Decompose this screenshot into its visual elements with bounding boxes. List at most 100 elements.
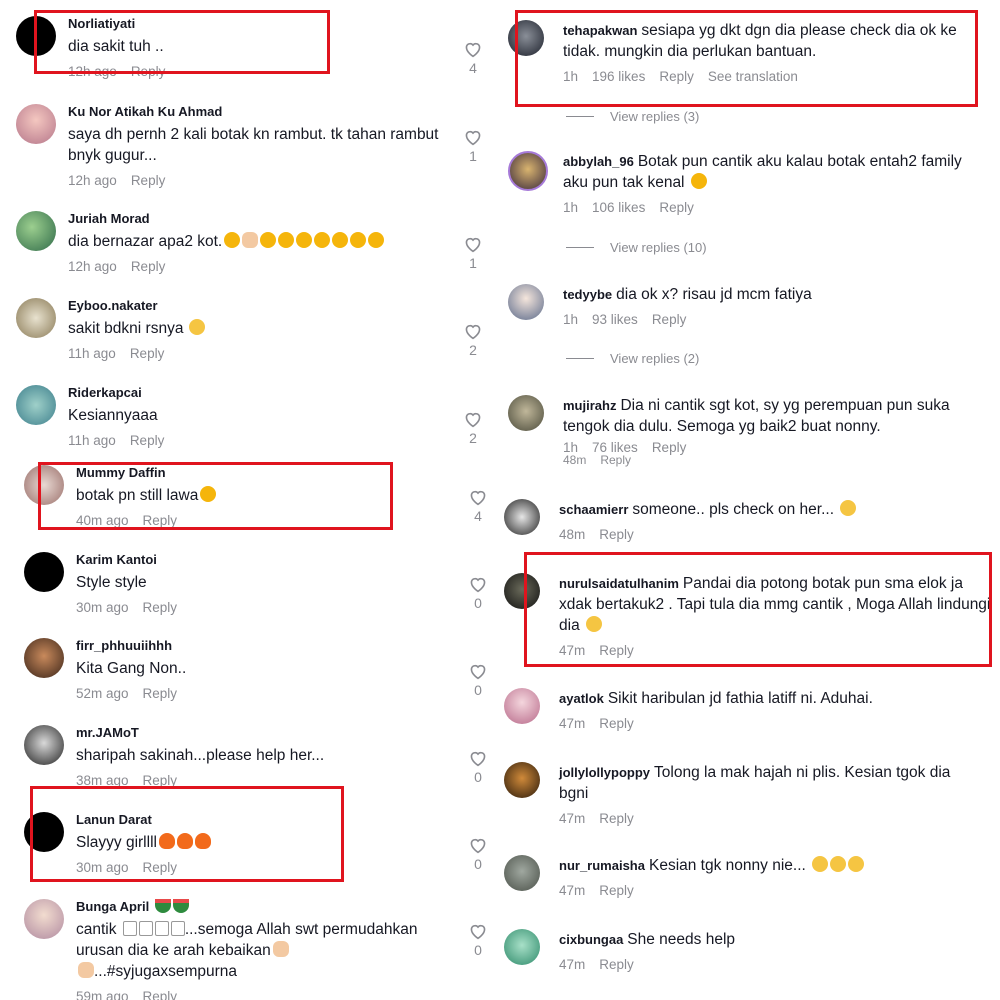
reply-button[interactable]: Reply bbox=[131, 64, 166, 79]
like-button[interactable]: 1 bbox=[461, 235, 485, 271]
reply-button[interactable]: Reply bbox=[659, 200, 694, 215]
comment-username[interactable]: abbylah_96 bbox=[563, 154, 634, 169]
comment-username[interactable]: cixbungaa bbox=[559, 932, 623, 947]
like-button[interactable]: 2 bbox=[461, 410, 485, 446]
comment-username[interactable]: tedyybe bbox=[563, 287, 612, 302]
avatar[interactable] bbox=[16, 211, 56, 251]
reply-button[interactable]: Reply bbox=[652, 440, 687, 455]
reply-button[interactable]: Reply bbox=[143, 686, 178, 701]
avatar[interactable] bbox=[24, 899, 64, 939]
laughing-emoji-icon bbox=[278, 232, 295, 248]
reply-button[interactable]: Reply bbox=[143, 989, 178, 1000]
comment-username[interactable]: ayatlok bbox=[559, 691, 604, 706]
like-button[interactable]: 0 bbox=[466, 836, 490, 872]
view-replies-label: View replies (10) bbox=[610, 240, 707, 255]
heart-outline-icon bbox=[470, 577, 486, 593]
comment-username[interactable]: nur_rumaisha bbox=[559, 858, 645, 873]
avatar[interactable] bbox=[16, 298, 56, 338]
comment-username[interactable]: Bunga April bbox=[76, 899, 149, 914]
avatar[interactable] bbox=[504, 573, 540, 609]
comment-username[interactable]: firr_phhuuiihhh bbox=[76, 638, 191, 654]
avatar[interactable] bbox=[508, 20, 544, 56]
like-count: 0 bbox=[474, 769, 482, 785]
avatar[interactable] bbox=[508, 284, 544, 320]
reply-button[interactable]: Reply bbox=[143, 773, 178, 788]
avatar[interactable] bbox=[504, 499, 540, 535]
reply-button[interactable]: Reply bbox=[130, 433, 165, 448]
reply-button[interactable]: Reply bbox=[599, 716, 634, 731]
laughing-emoji-icon bbox=[314, 232, 331, 248]
like-count: 4 bbox=[469, 60, 477, 76]
comment-time: 30m ago bbox=[76, 600, 129, 615]
reply-button[interactable]: Reply bbox=[599, 957, 634, 972]
comment-text: Kesiannyaaa bbox=[68, 407, 158, 424]
reply-button[interactable]: Reply bbox=[599, 811, 634, 826]
avatar[interactable] bbox=[24, 638, 64, 678]
comment-username[interactable]: Riderkapcai bbox=[68, 385, 178, 401]
comment-username[interactable]: Lanun Darat bbox=[76, 812, 211, 828]
like-button[interactable]: 0 bbox=[466, 749, 490, 785]
comment-username[interactable]: Norliatiyati bbox=[68, 16, 179, 32]
like-button[interactable]: 4 bbox=[466, 488, 490, 524]
reply-button[interactable]: Reply bbox=[599, 527, 634, 542]
avatar[interactable] bbox=[24, 552, 64, 592]
reply-button[interactable]: Reply bbox=[599, 643, 634, 658]
avatar[interactable] bbox=[504, 688, 540, 724]
like-button[interactable]: 0 bbox=[466, 922, 490, 958]
like-count: 106 likes bbox=[592, 200, 646, 215]
see-translation-link[interactable]: See translation bbox=[708, 69, 798, 84]
reply-button[interactable]: Reply bbox=[659, 69, 694, 84]
like-button[interactable]: 4 bbox=[461, 40, 485, 76]
like-button[interactable]: 0 bbox=[466, 575, 490, 611]
like-button[interactable]: 2 bbox=[461, 322, 485, 358]
comment-username[interactable]: Eyboo.nakater bbox=[68, 298, 205, 314]
avatar[interactable] bbox=[16, 16, 56, 56]
reply-button[interactable]: Reply bbox=[143, 860, 178, 875]
reply-button[interactable]: Reply bbox=[652, 312, 687, 327]
reply-button[interactable]: Reply bbox=[600, 453, 631, 467]
heart-outline-icon bbox=[465, 130, 481, 146]
comment-text: someone.. pls check on her... bbox=[632, 501, 835, 518]
view-replies-button[interactable]: View replies (10) bbox=[566, 240, 707, 255]
comment-username[interactable]: Juriah Morad bbox=[68, 211, 384, 227]
sad-face-emoji-icon bbox=[840, 500, 857, 516]
avatar[interactable] bbox=[504, 762, 540, 798]
avatar[interactable] bbox=[508, 395, 544, 431]
like-button[interactable]: 0 bbox=[466, 662, 490, 698]
reply-button[interactable]: Reply bbox=[131, 259, 166, 274]
fire-emoji-icon bbox=[194, 833, 211, 849]
view-replies-button[interactable]: View replies (2) bbox=[566, 351, 699, 366]
avatar[interactable] bbox=[24, 465, 64, 505]
comment-username[interactable]: Ku Nor Atikah Ku Ahmad bbox=[68, 104, 448, 120]
comment-username[interactable]: jollylollypoppy bbox=[559, 765, 650, 780]
avatar[interactable] bbox=[24, 725, 64, 765]
reply-button[interactable]: Reply bbox=[143, 513, 178, 528]
comment-username[interactable]: schaamierr bbox=[559, 502, 628, 517]
avatar[interactable] bbox=[16, 104, 56, 144]
reply-button[interactable]: Reply bbox=[131, 173, 166, 188]
view-replies-button[interactable]: View replies (3) bbox=[566, 109, 699, 124]
comment-username[interactable]: Mummy Daffin bbox=[76, 465, 216, 481]
comment-text: She needs help bbox=[627, 931, 736, 948]
avatar[interactable] bbox=[24, 812, 64, 852]
avatar[interactable] bbox=[504, 855, 540, 891]
comment-username[interactable]: mujirahz bbox=[563, 398, 616, 413]
reply-button[interactable]: Reply bbox=[599, 883, 634, 898]
comment-username[interactable]: Karim Kantoi bbox=[76, 552, 191, 568]
unknown-glyph-icon bbox=[122, 921, 137, 936]
comment-username[interactable]: tehapakwan bbox=[563, 23, 637, 38]
comment-username[interactable]: mr.JAMoT bbox=[76, 725, 324, 741]
avatar[interactable] bbox=[16, 385, 56, 425]
reply-button[interactable]: Reply bbox=[130, 346, 165, 361]
heart-outline-icon bbox=[465, 324, 481, 340]
comment-username[interactable]: nurulsaidatulhanim bbox=[559, 576, 679, 591]
avatar[interactable] bbox=[504, 929, 540, 965]
comment-text: dia ok x? risau jd mcm fatiya bbox=[616, 286, 812, 303]
view-replies-label: View replies (2) bbox=[610, 351, 700, 366]
avatar[interactable] bbox=[508, 151, 548, 191]
comment-text: saya dh pernh 2 kali botak kn rambut. tk… bbox=[68, 126, 439, 164]
comment-time: 47m bbox=[559, 957, 586, 972]
view-replies-label: View replies (3) bbox=[610, 109, 700, 124]
like-button[interactable]: 1 bbox=[461, 128, 485, 164]
reply-button[interactable]: Reply bbox=[143, 600, 178, 615]
